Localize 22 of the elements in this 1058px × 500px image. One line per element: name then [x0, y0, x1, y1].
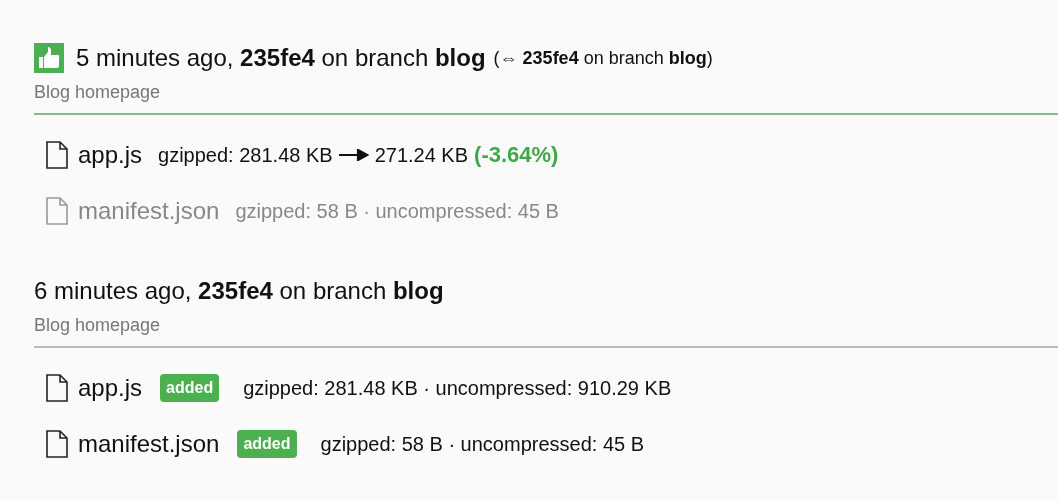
- file-size: gzipped: 58 B · uncompressed: 45 B: [320, 432, 645, 456]
- arrow-icon: [338, 149, 369, 161]
- compare-note: (⇔ 235fe4 on branch blog): [493, 47, 713, 69]
- file-name: manifest.json: [78, 197, 220, 225]
- file-name: app.js: [78, 141, 143, 169]
- file-icon: [46, 374, 68, 402]
- added-badge: added: [237, 430, 297, 458]
- file-name: app.js: [78, 374, 143, 402]
- added-badge: added: [160, 374, 220, 402]
- file-size: gzipped: 281.48 KB · uncompressed: 910.29 KB: [243, 376, 672, 400]
- file-size: gzipped: 58 B · uncompressed: 45 B: [235, 199, 559, 223]
- file-icon: [46, 141, 68, 169]
- build-subtitle: Blog homepage: [34, 82, 162, 103]
- size-change: (-3.64%): [474, 142, 559, 168]
- new-size: 271.24 KB: [374, 143, 469, 167]
- file-icon: [46, 430, 68, 458]
- file-icon: [46, 197, 68, 225]
- build-title: 6 minutes ago, 235fe4 on branch blog: [34, 277, 444, 305]
- build-title: 5 minutes ago, 235fe4 on branch blog: [76, 44, 486, 72]
- build-subtitle: Blog homepage: [34, 315, 162, 336]
- file-name: manifest.json: [78, 430, 220, 458]
- file-size: gzipped: 281.48 KB: [158, 143, 333, 167]
